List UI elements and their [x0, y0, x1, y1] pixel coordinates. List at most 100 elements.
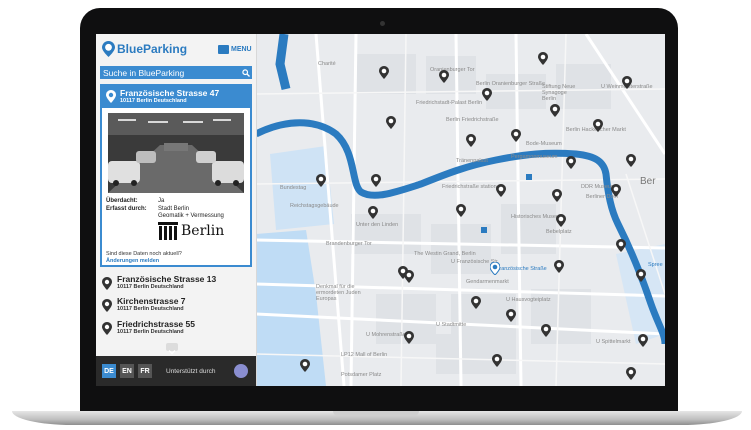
map-label-stadtbahn: Berlin Oranienburger Straße [476, 81, 546, 87]
search-bar [100, 66, 252, 79]
hamburger-icon [218, 45, 229, 54]
card-address: 10117 Berlin Deutschland [120, 98, 187, 104]
list-item-address: 10117 Berlin Deutschland [117, 284, 184, 290]
map-label-reichstag: Reichstagsgebäude [290, 203, 339, 209]
parking-marker-icon[interactable] [538, 52, 548, 65]
data-question: Sind diese Daten noch aktuell? [106, 251, 182, 257]
recorded-label: Erfasst durch: [106, 206, 147, 212]
parking-marker-icon[interactable] [556, 214, 566, 227]
list-item[interactable]: Französische Strasse 13 10117 Berlin Deu… [100, 274, 252, 295]
supported-by-label: Unterstützt durch [166, 368, 216, 375]
parking-marker-icon[interactable] [316, 174, 326, 187]
camera-icon [380, 21, 385, 26]
card-title: Französische Strasse 47 [120, 88, 220, 98]
parking-marker-icon[interactable] [554, 260, 564, 273]
list-item-address: 10117 Berlin Deutschland [117, 329, 184, 335]
list-item[interactable]: Kirchenstrasse 7 10117 Berlin Deutschlan… [100, 296, 252, 317]
map-label-bebelplatz: Bebelplatz [546, 229, 572, 235]
parking-marker-icon[interactable] [541, 324, 551, 337]
app-screen: Charité Oranienburger Tor Berlin Oranien… [96, 34, 665, 386]
map-label-denkmal: Denkmal für die ermordeten Juden Europas [316, 284, 361, 302]
parking-marker-icon[interactable] [404, 270, 414, 283]
card-header: Französische Strasse 47 10117 Berlin Deu… [102, 86, 250, 108]
language-fr-button[interactable]: FR [138, 364, 152, 378]
list-item[interactable]: Friedrichstrasse 55 10117 Berlin Deutsch… [100, 319, 252, 340]
language-de-button[interactable]: DE [102, 364, 116, 378]
parking-marker-icon[interactable] [566, 156, 576, 169]
parking-marker-icon[interactable] [593, 119, 603, 132]
parking-marker-icon[interactable] [404, 331, 414, 344]
map-label-ber: Ber [640, 176, 656, 187]
parking-marker-icon[interactable] [471, 296, 481, 309]
wheelchair-pin-icon [102, 277, 112, 290]
map-label-spittelmarkt: U Spittelmarkt [596, 339, 631, 345]
parking-marker-icon[interactable] [368, 206, 378, 219]
parking-marker-icon[interactable] [626, 367, 636, 380]
parking-marker-icon[interactable] [379, 66, 389, 79]
canal [275, 34, 291, 91]
parking-marker-icon[interactable] [466, 134, 476, 147]
report-changes-link[interactable]: Änderungen melden [106, 258, 159, 264]
language-en-button[interactable]: EN [120, 364, 134, 378]
map-label-oranienburger: Oranienburger Tor [430, 67, 475, 73]
parking-marker-icon[interactable] [611, 184, 621, 197]
list-item-title: Französische Strasse 13 [117, 274, 217, 284]
wheelchair-pin-icon [102, 299, 112, 312]
map-label-franz-strasse: Französische Straße [496, 266, 547, 272]
parking-marker-icon[interactable] [636, 269, 646, 282]
parking-marker-icon[interactable] [496, 184, 506, 197]
map-label-fried-station: Friedrichstraße station [442, 184, 497, 190]
selected-marker-icon[interactable] [489, 261, 501, 276]
map-label-bode: Bode-Museum [526, 141, 562, 147]
parking-marker-icon[interactable] [482, 88, 492, 101]
list-item-address: 10117 Berlin Deutschland [117, 306, 184, 312]
menu-button[interactable]: MENU [218, 45, 252, 54]
logo-pin-icon [102, 41, 115, 57]
covered-value: Ja [158, 198, 165, 204]
map-label-friedrichstadt: Friedrichstadt-Palast Berlin [416, 100, 483, 106]
laptop-notch [333, 411, 419, 416]
map-label-bundestag: Bundestag [280, 185, 307, 191]
search-icon[interactable] [240, 68, 252, 77]
sponsor-logo[interactable] [234, 364, 248, 378]
parking-marker-icon[interactable] [492, 354, 502, 367]
parking-marker-icon[interactable] [371, 174, 381, 187]
recorded-value-1: Stadt Berlin [158, 206, 190, 212]
map-label-charite: Charité [318, 61, 336, 67]
sidebar: BlueParking MENU Französische Strasse 47… [96, 34, 257, 386]
recorded-value-2: Geomatik + Vermessung [158, 213, 224, 219]
parking-marker-icon[interactable] [552, 189, 562, 202]
parking-marker-icon[interactable] [506, 309, 516, 322]
map-label-gendarmen: Gendarmenmarkt [466, 279, 509, 285]
chevron-down-icon[interactable] [166, 343, 178, 355]
map-label-potsdamer: Potsdamer Platz [341, 372, 382, 378]
wheelchair-pin-icon [106, 90, 116, 103]
parking-marker-icon[interactable] [386, 116, 396, 129]
sidebar-footer: DE EN FR Unterstützt durch [96, 356, 256, 386]
parking-marker-icon[interactable] [439, 70, 449, 83]
berlin-logo: Berlin [158, 222, 224, 240]
map-label-berlin-friedrich: Berlin Friedrichstraße [446, 117, 499, 123]
list-item-title: Kirchenstrasse 7 [117, 296, 186, 306]
parking-marker-icon[interactable] [300, 359, 310, 372]
parking-marker-icon[interactable] [550, 104, 560, 117]
list-item-title: Friedrichstrasse 55 [117, 319, 195, 329]
parking-marker-icon[interactable] [622, 76, 632, 89]
map-label-synagoge: Stiftung Neue Synagoge Berlin [542, 84, 576, 102]
map-label-mohrenstr: U Mohrenstraße [366, 332, 406, 338]
tiergarten-park [256, 230, 326, 386]
parking-marker-icon[interactable] [638, 334, 648, 347]
map-area[interactable]: Charité Oranienburger Tor Berlin Oranien… [256, 34, 665, 386]
app-logo[interactable]: BlueParking [102, 41, 187, 57]
parking-marker-icon[interactable] [616, 239, 626, 252]
menu-label: MENU [231, 46, 252, 53]
search-input[interactable] [100, 67, 240, 78]
parking-marker-icon[interactable] [511, 129, 521, 142]
brandenburg-gate-icon [158, 222, 178, 240]
selected-parking-card[interactable]: Französische Strasse 47 10117 Berlin Deu… [100, 84, 252, 267]
map-label-unter-den-linden: Unter den Linden [356, 222, 399, 228]
parking-marker-icon[interactable] [626, 154, 636, 167]
map-label-tranenpalast: Tränenpalast [456, 158, 488, 164]
parking-marker-icon[interactable] [456, 204, 466, 217]
map-label-spree: Spree [648, 262, 663, 268]
